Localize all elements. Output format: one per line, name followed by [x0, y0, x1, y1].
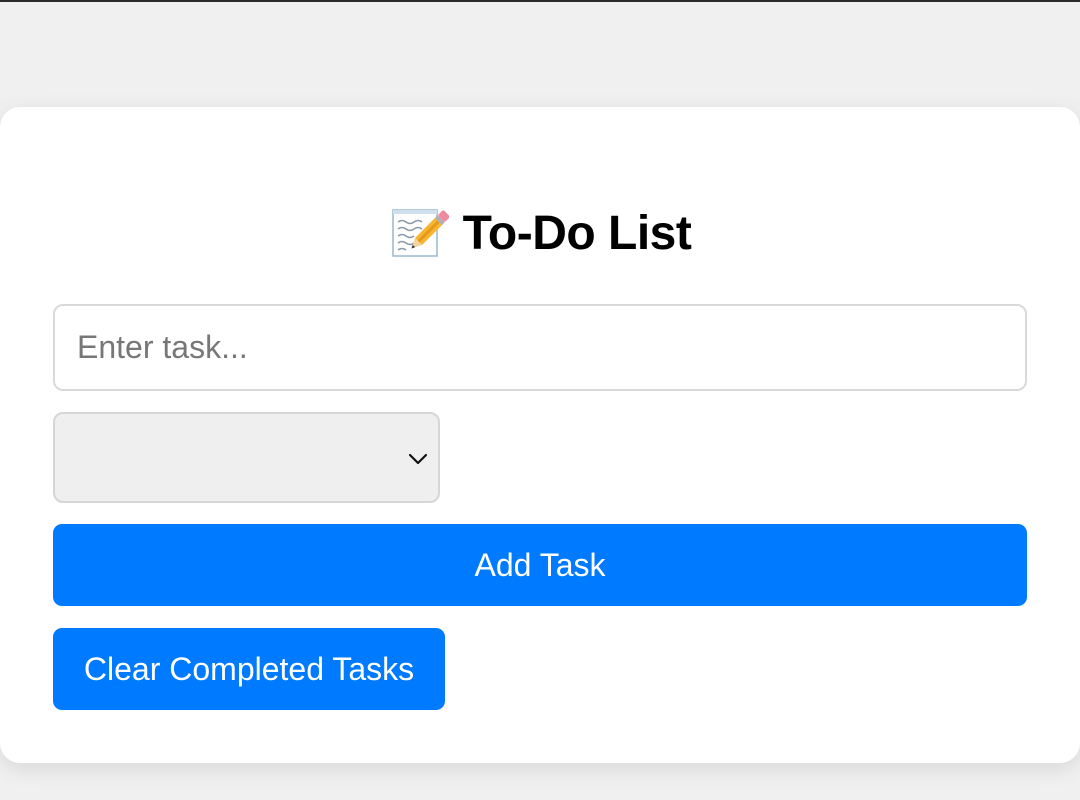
- add-task-button[interactable]: Add Task: [53, 524, 1027, 606]
- category-select[interactable]: [53, 412, 440, 503]
- page-header: To-Do List: [0, 203, 1080, 263]
- clear-completed-button[interactable]: Clear Completed Tasks: [53, 628, 445, 710]
- chevron-down-icon: [406, 447, 430, 471]
- todo-card: To-Do List Add Task Clear Completed Task…: [0, 107, 1080, 763]
- memo-icon: [389, 203, 450, 263]
- window-top-edge: [0, 0, 1080, 2]
- page-title: To-Do List: [462, 206, 692, 260]
- task-input[interactable]: [53, 304, 1027, 391]
